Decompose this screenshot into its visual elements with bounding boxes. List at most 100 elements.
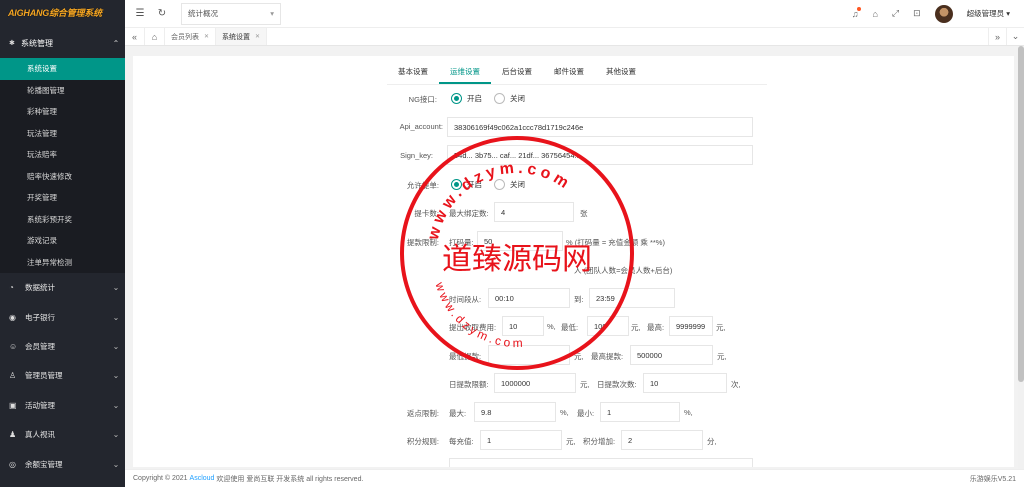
tab-other[interactable]: 其他设置: [595, 66, 647, 84]
daily-amount-input[interactable]: 1000000: [494, 373, 576, 393]
bind-count-input[interactable]: 4: [494, 202, 574, 222]
footer-version: 乐游娱乐V5.21: [969, 475, 1016, 483]
tabs-menu-icon[interactable]: ⌄: [1006, 28, 1024, 45]
ng-radio-off[interactable]: 关闭: [494, 93, 525, 104]
footer: Copyright © 2021 Ascloud 欢迎使用 爱尚互联 开发系统 …: [125, 469, 1024, 487]
bell-icon[interactable]: ♫: [852, 6, 862, 19]
overview-select[interactable]: 统计概况 ▾: [181, 2, 281, 25]
team-note: 人 (团队人数=会员人数+后台): [574, 266, 673, 275]
notification-dot: [857, 6, 862, 11]
sidebar-group-label: 数据统计: [25, 283, 55, 293]
rebate-max-unit: %,: [560, 408, 569, 417]
avatar[interactable]: [934, 4, 953, 23]
sign-key-input[interactable]: 54d... 3b75... caf... 21df... 36756454..…: [447, 145, 753, 165]
sidebar-subnav: 系统设置 轮播图管理 彩种管理 玩法管理 玩法赔率 赔率快速修改 开奖管理 系统…: [0, 58, 125, 273]
high-withdraw-input[interactable]: 500000: [630, 345, 713, 365]
page-tab-members[interactable]: 会员列表 ✕: [165, 28, 217, 45]
close-icon[interactable]: ✕: [204, 33, 209, 40]
tab-mail[interactable]: 邮件设置: [543, 66, 595, 84]
sidebar-group-system[interactable]: ✱ 系统管理 ⌃: [0, 28, 125, 58]
bind-text: 最大绑定数:: [449, 209, 489, 218]
refresh-icon[interactable]: ↻: [151, 8, 173, 19]
sidebar-group-bank[interactable]: ◉ 电子银行 ⌄: [0, 302, 125, 331]
sidebar-item-game-records[interactable]: 游戏记录: [0, 230, 125, 252]
sidebar-group-label: 活动管理: [25, 400, 55, 410]
radio-label: 开启: [467, 94, 482, 103]
brand-logo[interactable]: AIGHANG综合管理系统: [0, 0, 125, 28]
time-from-input[interactable]: 00:10: [488, 288, 570, 308]
textarea-field[interactable]: [449, 458, 753, 467]
sidebar-item-odds[interactable]: 玩法赔率: [0, 144, 125, 166]
low-withdraw-text: 最低提款:: [449, 352, 482, 361]
select-value: 统计概况: [188, 9, 218, 18]
chevron-down-icon: ⌄: [112, 400, 120, 410]
sidebar-item-predraw[interactable]: 系统彩预开奖: [0, 209, 125, 231]
api-account-input[interactable]: 38306169f49c062a1ccc78d1719c246e: [447, 117, 753, 137]
sidebar-group-wallet[interactable]: ◎ 余额宝管理 ⌄: [0, 449, 125, 478]
chevron-down-icon: ⌄: [112, 459, 120, 469]
rebate-min-input[interactable]: 1: [600, 402, 680, 422]
ng-radio-on[interactable]: 开启: [451, 93, 482, 104]
user-menu[interactable]: 超级管理员 ▾: [967, 8, 1010, 19]
high-withdraw-text: 最高提款:: [591, 352, 624, 361]
fullscreen-icon[interactable]: ⤢: [892, 8, 899, 19]
fee-max-input[interactable]: 9999999: [669, 316, 713, 336]
sidebar-group-members[interactable]: ☺ 会员管理 ⌄: [0, 332, 125, 361]
sidebar-item-banners[interactable]: 轮播图管理: [0, 80, 125, 102]
sidebar-item-bet-check[interactable]: 注单异常检测: [0, 252, 125, 274]
withdraw-limit-label: 提款限制:: [406, 238, 439, 247]
chevron-up-icon: ⌃: [112, 38, 120, 48]
points-input[interactable]: 1: [480, 430, 562, 450]
tab-basic[interactable]: 基本设置: [387, 66, 439, 84]
footer-link[interactable]: Ascloud: [190, 475, 215, 482]
fee-unit: %,: [547, 322, 556, 331]
menu-toggle-icon[interactable]: ☰: [129, 8, 151, 19]
high-withdraw-unit: 元,: [717, 352, 727, 361]
footer-copyright: Copyright © 2021: [133, 475, 188, 482]
sidebar-group-live-video[interactable]: ♟ 真人视讯 ⌄: [0, 420, 125, 449]
time-to-input[interactable]: 23:59: [589, 288, 675, 308]
radio-label: 开启: [467, 180, 482, 189]
allow-radio-on[interactable]: 开启: [451, 179, 482, 190]
rebate-max-input[interactable]: 9.8: [474, 402, 556, 422]
sidebar-item-odds-quick[interactable]: 赔率快速修改: [0, 166, 125, 188]
radio-label: 关闭: [510, 94, 525, 103]
daily-amount-unit: 元,: [580, 380, 590, 389]
close-icon[interactable]: ✕: [255, 33, 260, 40]
sidebar-item-draw-manage[interactable]: 开奖管理: [0, 187, 125, 209]
low-withdraw-input[interactable]: [488, 345, 570, 365]
gift-icon: ▣: [9, 400, 17, 410]
sidebar-item-lottery-types[interactable]: 彩种管理: [0, 101, 125, 123]
lock-icon[interactable]: ⊡: [913, 8, 921, 19]
sidebar-group-activities[interactable]: ▣ 活动管理 ⌄: [0, 391, 125, 420]
daily-count-input[interactable]: 10: [643, 373, 727, 393]
top-header: ☰ ↻ 统计概况 ▾ ♫ ⌂ ⤢ ⊡ 超级管理员 ▾: [125, 0, 1024, 28]
sidebar-group-stats[interactable]: ◔ 数据统计 ⌄: [0, 273, 125, 302]
points-label: 积分规则:: [406, 437, 439, 446]
tabs-scroll-left-icon[interactable]: «: [125, 28, 145, 45]
sidebar-item-system-settings[interactable]: 系统设置: [0, 58, 125, 80]
points-text: 每充值:: [449, 437, 474, 446]
allow-radio-off[interactable]: 关闭: [494, 179, 525, 190]
sidebar-group-admins[interactable]: ♙ 管理员管理 ⌄: [0, 361, 125, 390]
tab-backend[interactable]: 后台设置: [491, 66, 543, 84]
low-withdraw-unit: 元,: [574, 352, 584, 361]
page-scrollbar-thumb[interactable]: [1018, 46, 1024, 382]
code-text: 打码量:: [449, 238, 474, 247]
fee-text: 提出收取费用:: [449, 323, 497, 332]
tabs-scroll-right-icon[interactable]: »: [988, 28, 1006, 45]
tag-icon[interactable]: ⌂: [872, 9, 877, 19]
sidebar: AIGHANG综合管理系统 ✱ 系统管理 ⌃ 系统设置 轮播图管理 彩种管理 玩…: [0, 0, 125, 487]
page-tab-settings[interactable]: 系统设置 ✕: [216, 28, 268, 45]
gear-icon: ✱: [9, 40, 15, 47]
tab-ops[interactable]: 运维设置: [439, 66, 491, 84]
settings-panel: 基本设置 运维设置 后台设置 邮件设置 其他设置 NG接口: 开启 关闭 Api…: [133, 56, 1014, 467]
fee-max-unit: 元,: [716, 323, 726, 332]
fee-min-input[interactable]: 100: [587, 316, 629, 336]
points-add-input[interactable]: 2: [621, 430, 703, 450]
sidebar-item-play-manage[interactable]: 玩法管理: [0, 123, 125, 145]
admin-icon: ♙: [9, 371, 17, 381]
code-amount-input[interactable]: 50: [477, 231, 563, 251]
fee-input[interactable]: 10: [502, 316, 544, 336]
home-icon[interactable]: ⌂: [145, 28, 165, 45]
